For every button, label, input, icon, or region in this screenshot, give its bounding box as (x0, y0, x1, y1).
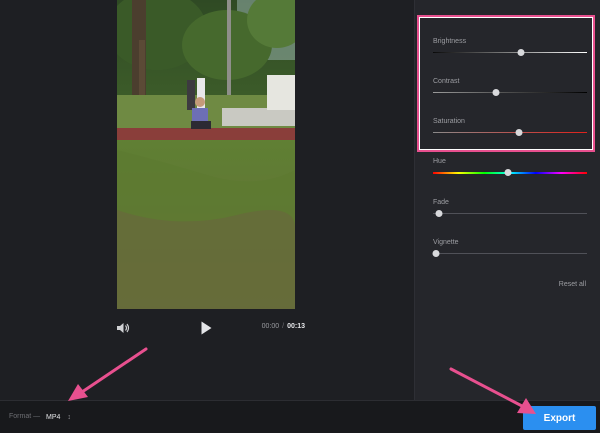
saturation-label: Saturation (433, 118, 465, 125)
reset-all-button[interactable]: Reset all (559, 281, 586, 288)
video-frame-image (117, 0, 295, 309)
video-editor: 00:00/00:13 Brightness Contrast Saturati… (0, 0, 600, 433)
fade-control: Fade (433, 199, 587, 217)
hue-label: Hue (433, 158, 446, 165)
play-icon[interactable] (198, 320, 214, 336)
volume-icon[interactable] (116, 321, 130, 335)
duration: 00:13 (287, 323, 305, 330)
fade-slider-handle[interactable] (435, 210, 443, 217)
annotation-arrow-format (68, 347, 148, 401)
fade-label: Fade (433, 199, 449, 206)
vignette-control: Vignette (432, 239, 587, 257)
brightness-slider-track[interactable] (433, 52, 587, 53)
video-preview (117, 0, 295, 309)
saturation-slider-track[interactable] (433, 132, 587, 133)
saturation-control: Saturation (433, 118, 587, 136)
brightness-control: Brightness (433, 38, 587, 56)
hue-slider-handle[interactable] (504, 169, 512, 176)
vignette-label: Vignette (433, 239, 459, 246)
export-button[interactable]: Export (523, 406, 596, 430)
format-label: Format — (9, 413, 41, 420)
brightness-slider-handle[interactable] (517, 49, 525, 56)
brightness-label: Brightness (433, 38, 467, 45)
contrast-label: Contrast (433, 78, 460, 85)
time-display: 00:00/00:13 (262, 323, 305, 330)
adjustments-panel: Brightness Contrast Saturation Hue Fade … (414, 0, 600, 400)
saturation-slider-handle[interactable] (515, 129, 523, 136)
hue-control: Hue (433, 158, 587, 176)
time-separator: / (282, 323, 285, 330)
contrast-slider-track[interactable] (433, 92, 587, 93)
format-value: MP4 (46, 413, 61, 421)
bottom-bar: Format — MP4 ↕ Export (0, 400, 600, 433)
playback-controls: 00:00/00:13 (110, 318, 305, 338)
fade-slider-track[interactable] (433, 213, 587, 214)
contrast-slider-handle[interactable] (492, 89, 500, 96)
format-select[interactable]: MP4 ↕ (46, 410, 71, 424)
current-time: 00:00 (261, 323, 280, 330)
vignette-slider-track[interactable] (433, 253, 587, 254)
vignette-slider-handle[interactable] (432, 250, 440, 257)
contrast-control: Contrast (433, 78, 587, 96)
chevron-updown-icon: ↕ (67, 413, 71, 421)
